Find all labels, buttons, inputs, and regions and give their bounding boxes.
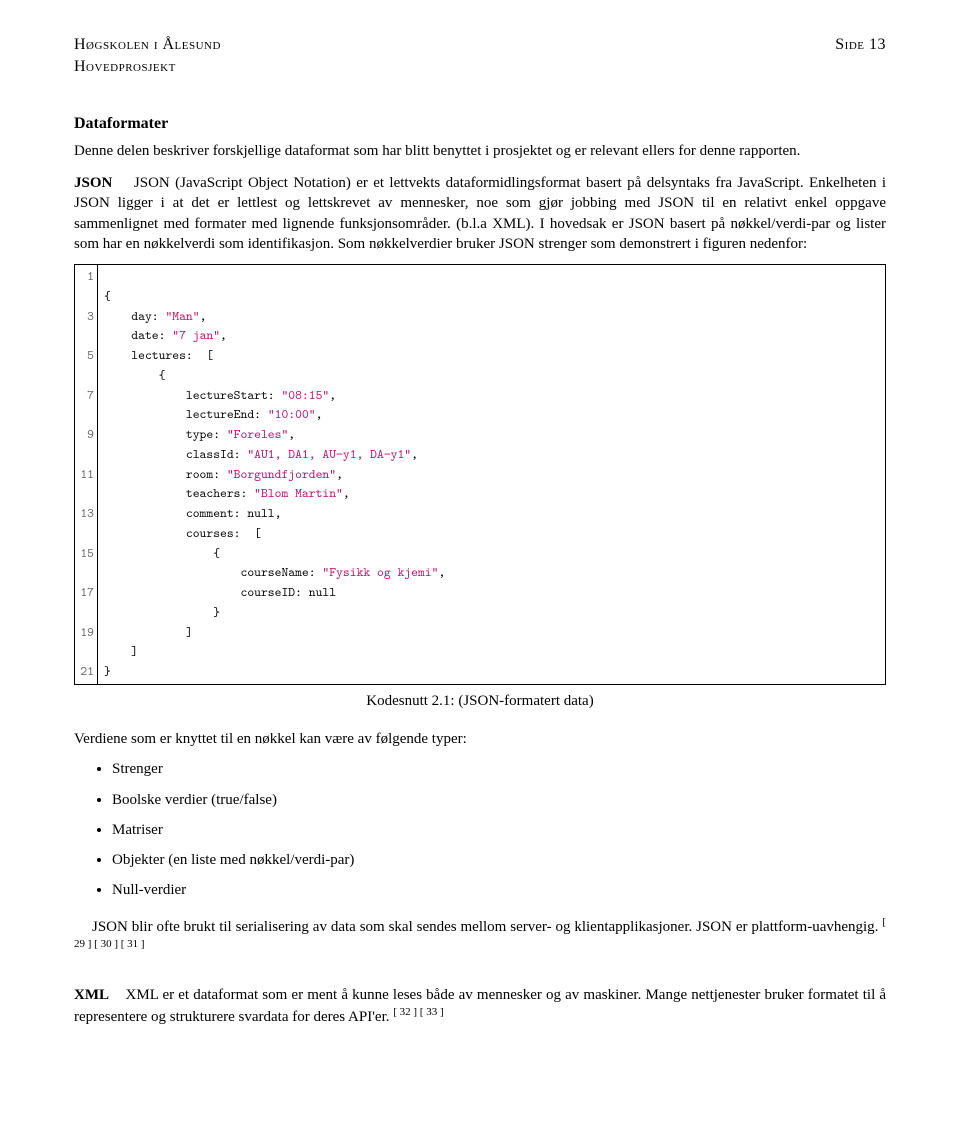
xml-body: XML er et dataformat som er ment å kunne… <box>74 987 886 1025</box>
line-number <box>78 642 94 662</box>
line-number: 7 <box>78 386 94 406</box>
line-number: 21 <box>78 662 94 682</box>
code-line: courseName: "Fysikk og kjemi", <box>104 563 445 583</box>
list-item: Strenger <box>112 759 886 779</box>
code-line: room: "Borgundfjorden", <box>104 465 445 485</box>
code-caption: Kodesnutt 2.1: (JSON-formatert data) <box>74 691 886 711</box>
line-number: 15 <box>78 544 94 564</box>
line-number <box>78 445 94 465</box>
line-number <box>78 326 94 346</box>
code-line: { <box>104 544 445 564</box>
line-number <box>78 603 94 623</box>
code-line: courseID: null <box>104 583 445 603</box>
line-number <box>78 366 94 386</box>
citation-refs: [ 32 ] [ 33 ] <box>393 1006 443 1018</box>
code-line: lectureStart: "08:15", <box>104 386 445 406</box>
code-line: date: "7 jan", <box>104 326 445 346</box>
value-types-list: Strenger Boolske verdier (true/false) Ma… <box>74 759 886 900</box>
page: Høgskolen i Ålesund Hovedprosjekt Side 1… <box>0 0 960 1137</box>
code-content: { day: "Man", date: "7 jan", lectures: [… <box>98 265 451 684</box>
code-line: comment: null, <box>104 504 445 524</box>
institution-name: Høgskolen i Ålesund <box>74 34 221 56</box>
code-line: ] <box>104 642 445 662</box>
line-number: 11 <box>78 465 94 485</box>
running-header: Høgskolen i Ålesund Hovedprosjekt Side 1… <box>74 34 886 77</box>
code-line: ] <box>104 623 445 643</box>
code-listing: 1 3 5 7 9 11 13 15 17 19 21 { day: "Man"… <box>74 264 886 685</box>
list-item: Boolske verdier (true/false) <box>112 790 886 810</box>
list-item: Objekter (en liste med nøkkel/verdi-par) <box>112 850 886 870</box>
list-item: Matriser <box>112 820 886 840</box>
code-line: type: "Foreles", <box>104 425 445 445</box>
section-intro: Denne delen beskriver forskjellige dataf… <box>74 141 886 161</box>
line-number: 19 <box>78 623 94 643</box>
xml-paragraph: XML XML er et dataformat som er ment å k… <box>74 985 886 1028</box>
line-number: 17 <box>78 583 94 603</box>
runhead-left: Høgskolen i Ålesund Hovedprosjekt <box>74 34 221 77</box>
code-line: day: "Man", <box>104 307 445 327</box>
xml-heading: XML <box>74 987 109 1003</box>
line-number <box>78 287 94 307</box>
code-line: } <box>104 662 445 682</box>
line-number: 1 <box>78 267 94 287</box>
line-number: 5 <box>78 346 94 366</box>
doc-type: Hovedprosjekt <box>74 56 221 78</box>
code-line <box>104 267 445 287</box>
code-line: lectures: [ <box>104 346 445 366</box>
code-line: courses: [ <box>104 524 445 544</box>
code-line: lectureEnd: "10:00", <box>104 405 445 425</box>
line-number: 13 <box>78 504 94 524</box>
json-body: JSON (JavaScript Object Notation) er et … <box>74 175 886 252</box>
line-number <box>78 563 94 583</box>
code-line: } <box>104 603 445 623</box>
page-number: Side 13 <box>835 34 886 77</box>
code-line: { <box>104 287 445 307</box>
code-line: { <box>104 366 445 386</box>
line-number: 3 <box>78 307 94 327</box>
section-title: Dataformater <box>74 113 886 135</box>
json-paragraph: JSON JSON (JavaScript Object Notation) e… <box>74 173 886 254</box>
json-heading: JSON <box>74 175 112 191</box>
line-number <box>78 405 94 425</box>
code-line: teachers: "Blom Martin", <box>104 484 445 504</box>
code-line-numbers: 1 3 5 7 9 11 13 15 17 19 21 <box>75 265 98 684</box>
types-intro: Verdiene som er knyttet til en nøkkel ka… <box>74 729 886 749</box>
code-line: classId: "AU1, DA1, AU−y1, DA−y1", <box>104 445 445 465</box>
list-item: Null-verdier <box>112 880 886 900</box>
line-number: 9 <box>78 425 94 445</box>
json-tail-paragraph: JSON blir ofte brukt til serialisering a… <box>74 915 886 960</box>
line-number <box>78 484 94 504</box>
line-number <box>78 524 94 544</box>
json-tail-text: JSON blir ofte brukt til serialisering a… <box>92 919 882 935</box>
